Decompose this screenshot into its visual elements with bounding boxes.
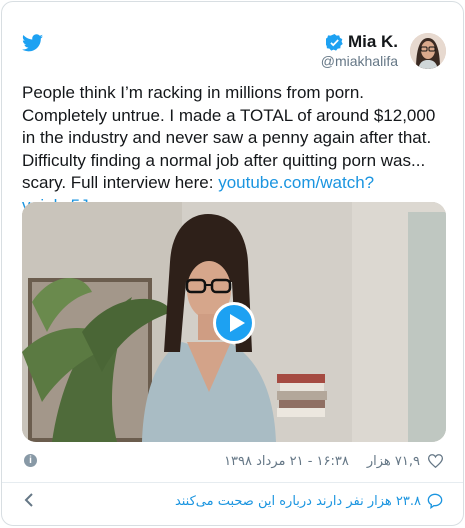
author-avatar[interactable] <box>410 33 446 69</box>
heart-icon[interactable] <box>428 454 443 468</box>
author-name-row[interactable]: Mia K. <box>325 32 398 52</box>
author-display-name: Mia K. <box>347 32 398 51</box>
chevron-left-icon[interactable] <box>24 492 34 508</box>
tweet-card: Mia K. @miakhalifa People think I’m rack… <box>1 1 464 526</box>
verified-badge-icon <box>325 33 343 51</box>
like-count[interactable]: ۷۱,۹ هزار <box>367 454 420 469</box>
play-icon[interactable] <box>213 302 255 344</box>
avatar-image <box>410 33 446 69</box>
divider <box>2 482 463 483</box>
tweet-meta: ۷۱,۹ هزار ۱۶:۳۸ - ۲۱ مرداد ۱۳۹۸ <box>22 451 443 471</box>
conversation-text: ۲۳.۸ هزار نفر دارند درباره این صحبت می‌ک… <box>174 493 421 509</box>
tweet-timestamp[interactable]: ۱۶:۳۸ - ۲۱ مرداد ۱۳۹۸ <box>224 454 349 469</box>
twitter-bird-icon[interactable] <box>22 34 43 52</box>
reply-icon <box>427 493 443 509</box>
conversation-link[interactable]: ۲۳.۸ هزار نفر دارند درباره این صحبت می‌ک… <box>22 490 443 512</box>
tweet-text: People think I’m racking in millions fro… <box>22 82 447 217</box>
info-icon[interactable]: i <box>24 454 37 467</box>
author-handle[interactable]: @miakhalifa <box>321 53 398 69</box>
